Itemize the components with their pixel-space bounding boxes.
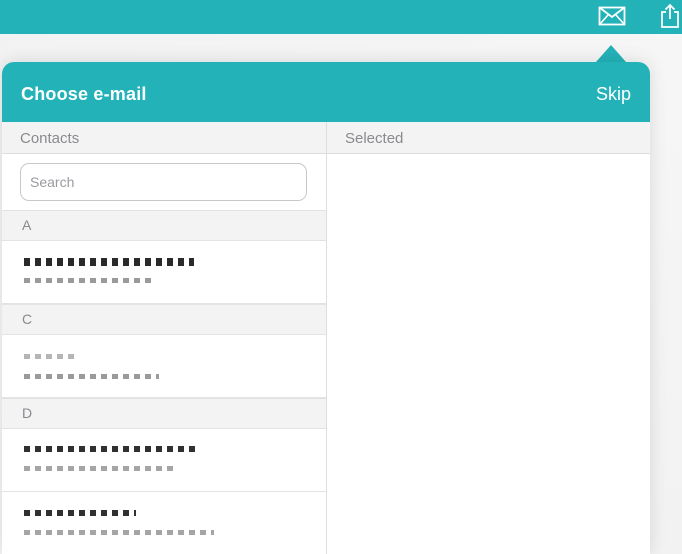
search-input[interactable] [20,163,307,201]
contact-email-redacted [24,374,159,379]
contact-name-redacted [24,446,200,452]
top-bar [0,0,682,34]
section-header-a: A [2,210,326,241]
selected-column-header: Selected [327,122,650,154]
section-header-c: C [2,304,326,335]
contact-name-redacted [24,354,74,359]
popover-header: Choose e-mail Skip [2,62,650,122]
contact-email-redacted [24,466,174,471]
popover-title: Choose e-mail [21,84,147,104]
popover-arrow [596,45,626,62]
contact-row[interactable] [2,492,326,554]
contact-email-redacted [24,530,214,535]
choose-email-popover: Choose e-mail Skip Contacts Selected A C… [2,62,650,554]
column-divider [326,122,327,554]
envelope-icon [598,6,626,26]
section-header-d: D [2,398,326,429]
contact-email-redacted [24,278,154,283]
share-icon [661,3,679,28]
contacts-column-header: Contacts [2,122,326,154]
skip-button[interactable]: Skip [596,84,631,105]
share-button[interactable] [656,2,682,30]
contact-row[interactable] [2,336,326,398]
contact-row[interactable] [2,430,326,492]
mail-button[interactable] [598,2,626,30]
contact-name-redacted [24,510,136,516]
contact-row[interactable] [2,242,326,304]
contact-name-redacted [24,258,194,266]
search-bar [2,154,326,211]
